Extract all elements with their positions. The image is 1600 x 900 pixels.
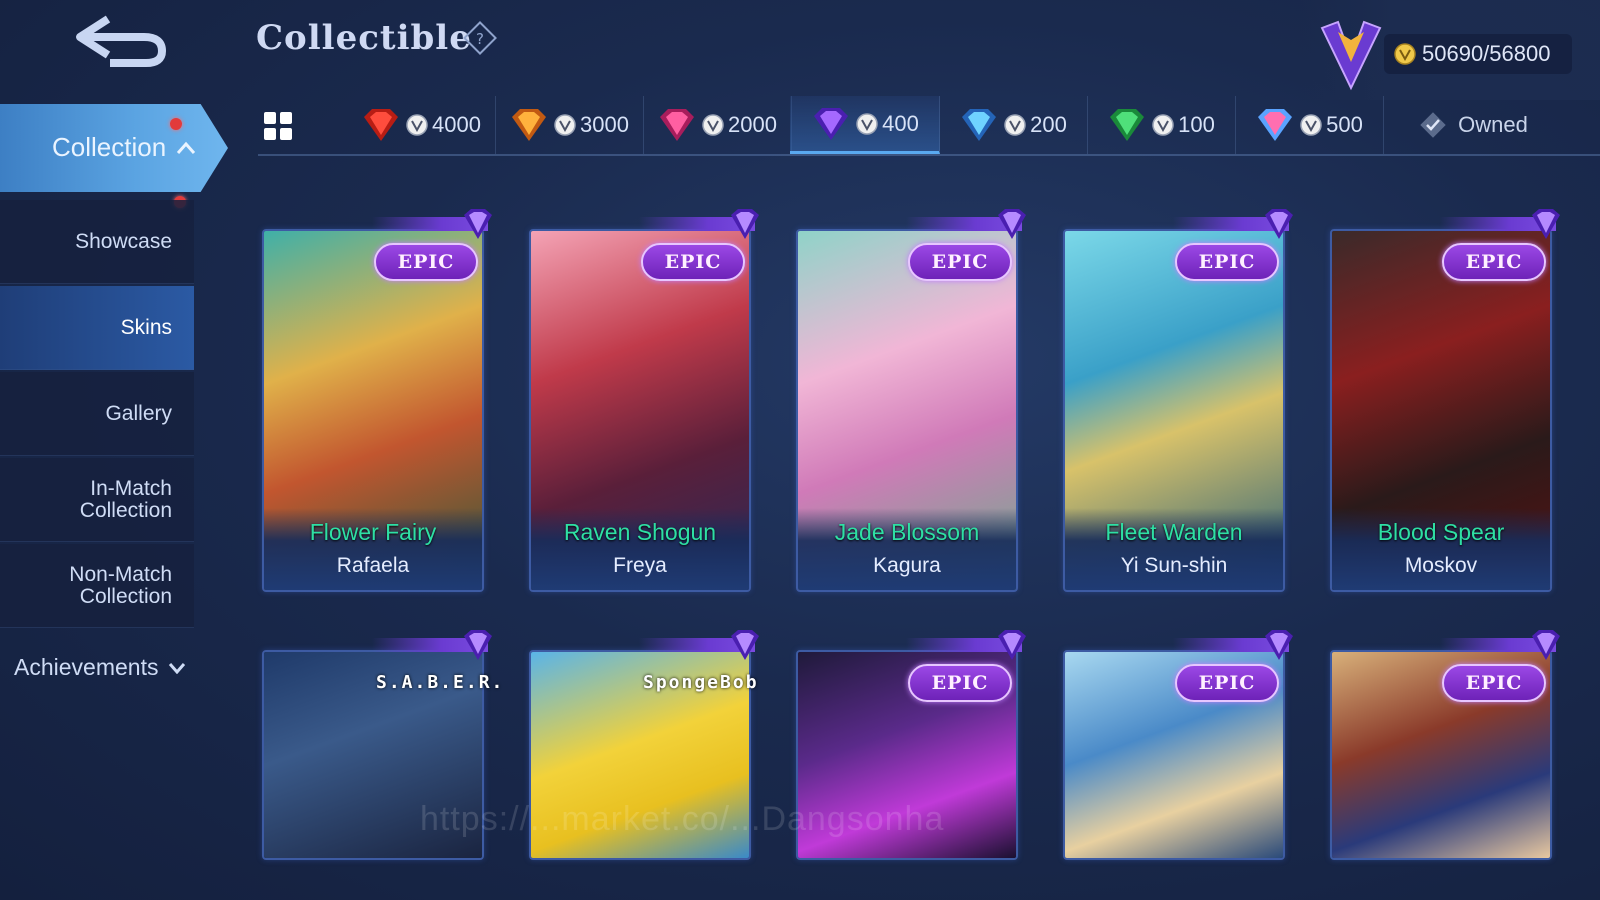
skin-name: Blood Spear <box>1377 519 1505 545</box>
collection-coin-icon <box>554 114 576 136</box>
skin-card[interactable]: Blood Spear Moskov <box>1330 229 1552 592</box>
tab-points-label: 500 <box>1326 112 1363 137</box>
collection-coin-icon <box>1300 114 1322 136</box>
collection-coin-icon <box>1394 43 1416 65</box>
tab-owned[interactable]: Owned <box>1388 96 1558 154</box>
back-button[interactable] <box>60 8 180 70</box>
epic-badge: EPIC <box>374 243 478 281</box>
skin-name: Flower Fairy <box>309 519 437 545</box>
owned-label: Owned <box>1458 112 1528 137</box>
sidebar-item-label: In-Match Collection <box>79 476 172 522</box>
skin-card[interactable]: Raven Shogun Freya <box>529 229 751 592</box>
tab-rarity-200[interactable]: 200 <box>938 96 1088 154</box>
skin-card[interactable]: Fleet Warden Yi Sun-shin <box>1063 229 1285 592</box>
sidebar-item-non-match-collection[interactable]: Non-Match Collection <box>0 544 194 628</box>
tab-points-label: 4000 <box>432 112 481 137</box>
rarity-tab-bar: 4000 3000 2000 400 200 100 500 Owned <box>258 96 1600 156</box>
grid-icon <box>264 112 292 140</box>
chevron-down-icon <box>169 662 186 674</box>
tab-rarity-2000[interactable]: 2000 <box>642 96 792 154</box>
tab-rarity-3000[interactable]: 3000 <box>494 96 644 154</box>
diamond-check-icon <box>1420 112 1446 138</box>
sidebar-item-showcase[interactable]: Showcase <box>0 200 194 284</box>
tab-points-label: 100 <box>1178 112 1215 137</box>
hero-name: Rafaela <box>336 554 410 577</box>
page-title: Collectible <box>256 18 472 58</box>
epic-corner-gem-icon <box>731 209 759 239</box>
epic-corner-gem-icon <box>731 630 759 660</box>
collection-coin-icon <box>406 114 428 136</box>
collection-coin-icon <box>1004 114 1026 136</box>
collection-points-value: 50690/56800 <box>1422 41 1551 66</box>
hero-name: Moskov <box>1404 554 1478 577</box>
sidebar-item-label: Achievements <box>14 654 159 680</box>
collector-emblem-icon <box>1320 20 1382 91</box>
tab-points-label: 400 <box>882 110 919 136</box>
tab-rarity-400[interactable]: 400 <box>790 96 940 154</box>
epic-corner-gem-icon <box>1265 630 1293 660</box>
collection-coin-icon <box>856 112 878 135</box>
collection-coin-icon <box>702 114 724 136</box>
sidebar-item-skins[interactable]: Skins <box>0 286 194 370</box>
tab-rarity-4000[interactable]: 4000 <box>346 96 496 154</box>
collection-points: 50690/56800 <box>1384 34 1572 74</box>
back-arrow-icon <box>76 15 167 67</box>
epic-badge: EPIC <box>1175 664 1279 702</box>
sidebar-item-in-match-collection[interactable]: In-Match Collection <box>0 458 194 542</box>
epic-badge: EPIC <box>908 664 1012 702</box>
skin-name: Raven Shogun <box>563 519 717 545</box>
skin-series-logo: S.A.B.E.R. <box>376 672 505 693</box>
hero-name: Kagura <box>873 554 941 577</box>
epic-badge: EPIC <box>908 243 1012 281</box>
epic-badge: EPIC <box>641 243 745 281</box>
collection-coin-icon <box>1152 114 1174 136</box>
epic-purple-gem-icon <box>814 107 849 140</box>
mixed-gem-icon <box>1258 109 1293 141</box>
epic-corner-gem-icon <box>998 209 1026 239</box>
sidebar-item-label: Skins <box>120 315 172 339</box>
watermark-text: https://...market.co/...Dangsonha <box>420 800 945 838</box>
tab-all[interactable] <box>258 102 354 150</box>
tab-rarity-100[interactable]: 100 <box>1086 96 1236 154</box>
notification-dot <box>170 118 182 130</box>
hero-name: Yi Sun-shin <box>1120 554 1228 577</box>
sidebar-item-achievements[interactable]: Achievements <box>14 654 186 681</box>
collection-label-wrap: Collection <box>52 132 196 163</box>
tab-rarity-500[interactable]: 500 <box>1234 96 1384 154</box>
skin-card[interactable]: Jade Blossom Kagura <box>796 229 1018 592</box>
sidebar-item-label: Collection <box>52 132 167 162</box>
hero-name: Freya <box>613 554 667 577</box>
basic-green-gem-icon <box>1110 109 1145 141</box>
help-icon[interactable]: ? <box>462 20 498 56</box>
sidebar-item-gallery[interactable]: Gallery <box>0 372 194 456</box>
epic-badge: EPIC <box>1175 243 1279 281</box>
skin-name: Jade Blossom <box>834 519 980 545</box>
epic-corner-gem-icon <box>1265 209 1293 239</box>
epic-corner-gem-icon <box>464 630 492 660</box>
epic-badge: EPIC <box>1442 243 1546 281</box>
legend-red-gem-icon <box>364 109 399 141</box>
chevron-up-icon <box>177 141 196 154</box>
epic-corner-gem-icon <box>998 630 1026 660</box>
tab-points-label: 200 <box>1030 112 1067 137</box>
epic-corner-gem-icon <box>464 209 492 239</box>
epic-corner-gem-icon <box>1532 630 1560 660</box>
sidebar-item-collection[interactable]: Collection <box>0 104 228 192</box>
elite-blue-gem-icon <box>962 109 997 141</box>
sidebar-item-label: Showcase <box>75 229 172 253</box>
sidebar-item-label: Gallery <box>105 401 172 425</box>
tab-points-label: 2000 <box>728 112 777 137</box>
skin-card[interactable]: Flower Fairy Rafaela <box>262 229 484 592</box>
skin-name: Fleet Warden <box>1105 519 1243 545</box>
special-pink-gem-icon <box>660 109 695 141</box>
svg-text:?: ? <box>476 30 484 48</box>
tab-points-label: 3000 <box>580 112 629 137</box>
skin-series-logo: SpongeBob <box>643 672 759 693</box>
sidebar-item-label: Non-Match Collection <box>69 562 172 608</box>
epic-corner-gem-icon <box>1532 209 1560 239</box>
collector-orange-gem-icon <box>512 109 547 141</box>
sidebar: Collection Showcase Skins Gallery In-Mat… <box>0 100 240 900</box>
epic-badge: EPIC <box>1442 664 1546 702</box>
